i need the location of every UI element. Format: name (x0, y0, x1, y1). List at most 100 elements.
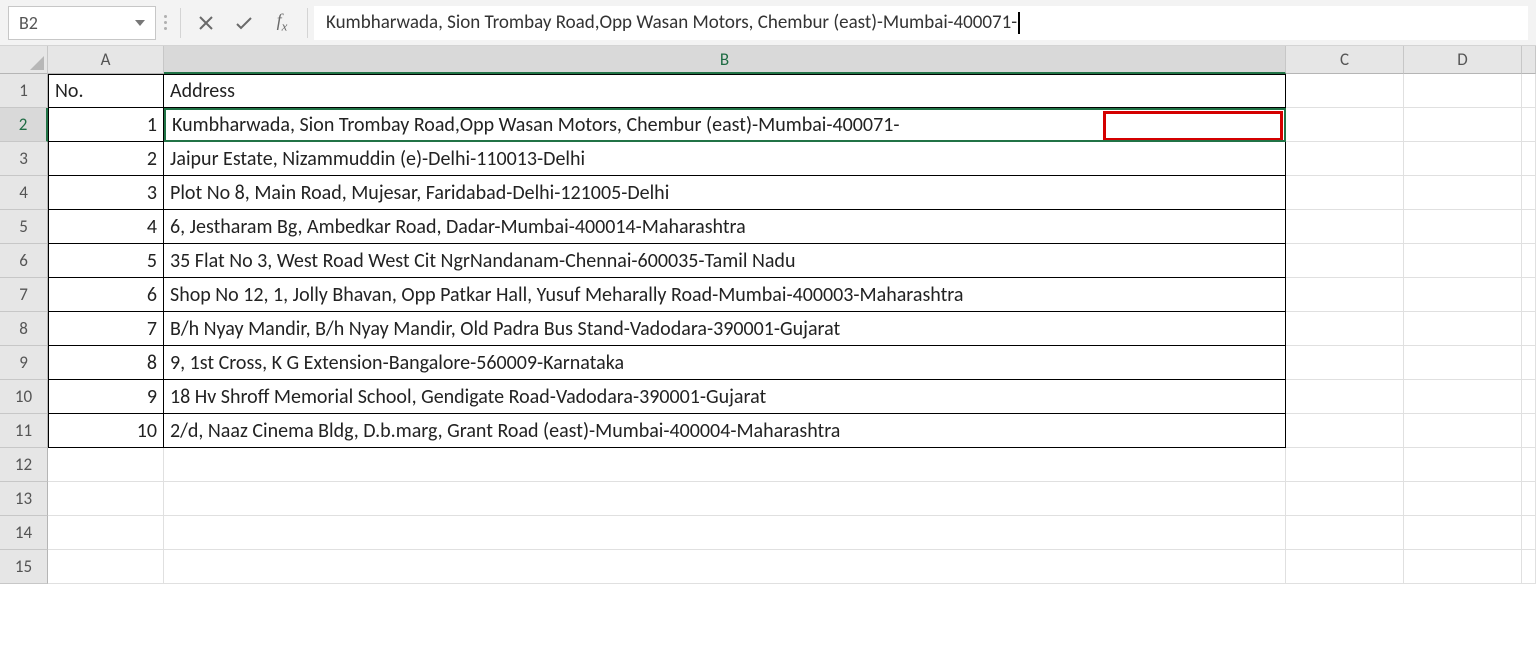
chevron-down-icon[interactable] (135, 20, 145, 26)
cell[interactable] (164, 448, 1286, 482)
cell-C2[interactable] (1286, 108, 1404, 142)
column-header-C[interactable]: C (1286, 46, 1404, 74)
cell-A6[interactable]: 5 (48, 244, 164, 278)
cell[interactable] (1522, 312, 1536, 346)
row-header-6[interactable]: 6 (0, 244, 48, 278)
cell[interactable] (1404, 176, 1522, 210)
cell[interactable] (1404, 346, 1522, 380)
enter-button[interactable] (225, 6, 263, 40)
row-header-14[interactable]: 14 (0, 516, 48, 550)
cell[interactable] (1286, 346, 1404, 380)
cell[interactable] (1522, 516, 1536, 550)
cell-B4[interactable]: Plot No 8, Main Road, Mujesar, Faridabad… (164, 176, 1286, 210)
cell-B8[interactable]: B/h Nyay Mandir, B/h Nyay Mandir, Old Pa… (164, 312, 1286, 346)
cell[interactable] (1522, 346, 1536, 380)
cell[interactable] (1286, 312, 1404, 346)
cell-A11[interactable]: 10 (48, 414, 164, 448)
cell-B2[interactable]: Kumbharwada, Sion Trombay Road,Opp Wasan… (164, 108, 1286, 142)
formula-input[interactable]: Kumbharwada, Sion Trombay Road,Opp Wasan… (314, 6, 1528, 40)
column-header-D[interactable]: D (1404, 46, 1522, 74)
row-header-11[interactable]: 11 (0, 414, 48, 448)
row-header-9[interactable]: 9 (0, 346, 48, 380)
row-header-12[interactable]: 12 (0, 448, 48, 482)
row-header-10[interactable]: 10 (0, 380, 48, 414)
cell[interactable] (1522, 482, 1536, 516)
cancel-button[interactable] (187, 6, 225, 40)
cell[interactable] (48, 516, 164, 550)
column-header-overflow[interactable] (1522, 46, 1536, 74)
cell-A10[interactable]: 9 (48, 380, 164, 414)
cell[interactable] (1522, 448, 1536, 482)
cell[interactable] (164, 550, 1286, 584)
cell-B9[interactable]: 9, 1st Cross, K G Extension-Bangalore-56… (164, 346, 1286, 380)
cell[interactable] (1404, 312, 1522, 346)
cell[interactable] (1286, 210, 1404, 244)
select-all-corner[interactable] (0, 46, 48, 74)
name-box[interactable]: B2 (8, 6, 156, 40)
insert-function-button[interactable]: fx (263, 6, 301, 40)
cell-A8[interactable]: 7 (48, 312, 164, 346)
cell-B11[interactable]: 2/d, Naaz Cinema Bldg, D.b.marg, Grant R… (164, 414, 1286, 448)
row-header-15[interactable]: 15 (0, 550, 48, 584)
cell-A1[interactable]: No. (48, 74, 164, 108)
cell-B1[interactable]: Address (164, 74, 1286, 108)
cell[interactable] (1404, 550, 1522, 584)
cell[interactable] (1522, 210, 1536, 244)
cell[interactable] (1404, 380, 1522, 414)
row-header-13[interactable]: 13 (0, 482, 48, 516)
cell[interactable] (1522, 142, 1536, 176)
cell[interactable] (1404, 414, 1522, 448)
cell[interactable] (1522, 278, 1536, 312)
column-header-A[interactable]: A (48, 46, 164, 74)
cell[interactable] (1404, 142, 1522, 176)
cell[interactable] (1286, 414, 1404, 448)
cell[interactable] (1286, 380, 1404, 414)
row-header-5[interactable]: 5 (0, 210, 48, 244)
drag-handle-icon[interactable] (156, 15, 174, 30)
cell-B7[interactable]: Shop No 12, 1, Jolly Bhavan, Opp Patkar … (164, 278, 1286, 312)
cell[interactable] (1286, 278, 1404, 312)
cell[interactable] (1404, 482, 1522, 516)
cell-B3[interactable]: Jaipur Estate, Nizammuddin (e)-Delhi-110… (164, 142, 1286, 176)
cell[interactable] (164, 516, 1286, 550)
cell-A7[interactable]: 6 (48, 278, 164, 312)
cell-D1[interactable] (1404, 74, 1522, 108)
cell[interactable] (1404, 210, 1522, 244)
row-header-8[interactable]: 8 (0, 312, 48, 346)
cell-C1[interactable] (1286, 74, 1404, 108)
cell[interactable] (164, 482, 1286, 516)
cell[interactable] (1404, 448, 1522, 482)
cell[interactable] (1286, 176, 1404, 210)
cell[interactable] (1522, 414, 1536, 448)
cell[interactable] (1522, 244, 1536, 278)
row-header-4[interactable]: 4 (0, 176, 48, 210)
cell-B10[interactable]: 18 Hv Shroff Memorial School, Gendigate … (164, 380, 1286, 414)
row-header-1[interactable]: 1 (0, 74, 48, 108)
cell[interactable] (1522, 176, 1536, 210)
cell[interactable] (1286, 448, 1404, 482)
cell-A5[interactable]: 4 (48, 210, 164, 244)
cell[interactable] (1404, 516, 1522, 550)
cell[interactable] (1286, 482, 1404, 516)
cell[interactable] (48, 482, 164, 516)
cell[interactable] (1286, 244, 1404, 278)
cell[interactable] (1286, 550, 1404, 584)
cell-A4[interactable]: 3 (48, 176, 164, 210)
cell[interactable] (1522, 74, 1536, 108)
column-header-B[interactable]: B (164, 46, 1286, 74)
cell-B5[interactable]: 6, Jestharam Bg, Ambedkar Road, Dadar-Mu… (164, 210, 1286, 244)
cell[interactable] (48, 550, 164, 584)
cell[interactable] (1522, 108, 1536, 142)
cell-D2[interactable] (1404, 108, 1522, 142)
cell[interactable] (1286, 142, 1404, 176)
cell[interactable] (48, 448, 164, 482)
cell-A9[interactable]: 8 (48, 346, 164, 380)
row-header-3[interactable]: 3 (0, 142, 48, 176)
row-header-7[interactable]: 7 (0, 278, 48, 312)
cell[interactable] (1522, 550, 1536, 584)
cell[interactable] (1404, 278, 1522, 312)
cell-A2[interactable]: 1 (48, 108, 164, 142)
row-header-2[interactable]: 2 (0, 108, 48, 142)
cell[interactable] (1404, 244, 1522, 278)
cell-A3[interactable]: 2 (48, 142, 164, 176)
